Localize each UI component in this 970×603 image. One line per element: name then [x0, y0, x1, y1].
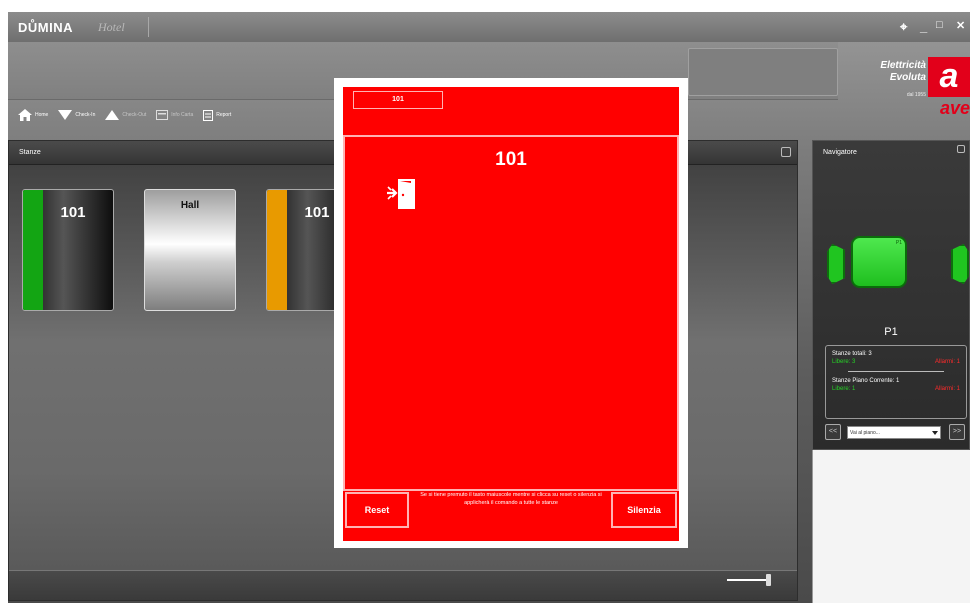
navigator-panel: Navigatore P1 P1 Stanze totali: 3 Libere…	[812, 140, 970, 450]
stat-floor-rooms: Stanze Piano Corrente: 1	[832, 378, 900, 384]
room-card-101[interactable]: 101	[22, 189, 114, 311]
card-icon	[156, 110, 169, 120]
checkin-icon	[58, 110, 73, 120]
floor-tag: P1	[895, 240, 902, 246]
brand-logo: Elettricità Evoluta dal 1955 a ave	[840, 52, 970, 122]
minimize-button[interactable]: _	[920, 19, 927, 34]
room-card-label: Hall	[180, 200, 200, 211]
exit-door-icon	[387, 179, 415, 209]
stat-floor-alarms: Allarmi: 1	[934, 386, 960, 392]
stat-total-alarms: Allarmi: 1	[934, 359, 960, 365]
home-icon	[18, 109, 32, 121]
chevron-down-icon	[932, 431, 938, 435]
alarm-dialog: 101 101 Reset Se si tiene premuto il tas…	[334, 78, 688, 548]
floor-current[interactable]: P1	[851, 236, 907, 288]
toolbar-home-label: Home	[35, 112, 49, 118]
stat-floor-free: Libere: 1	[832, 386, 856, 392]
prev-floor-button[interactable]: <<	[825, 424, 841, 440]
navigator-lower-area	[812, 450, 970, 603]
zoom-slider-track[interactable]	[727, 579, 767, 581]
toolbar-report[interactable]: Report	[203, 109, 232, 121]
toolbar-checkout-label: Check-Out	[122, 112, 147, 118]
dialog-body: 101	[343, 135, 679, 491]
title-bar: DŮMINA Hotel ⌖ _ □ ✕	[8, 12, 970, 42]
rooms-panel-close-icon[interactable]	[781, 147, 791, 157]
stats-divider	[848, 371, 944, 372]
toolbar-info-card[interactable]: Info Carta	[156, 110, 193, 120]
room-card-label: 101	[60, 204, 86, 221]
toolbar-info-card-label: Info Carta	[171, 112, 194, 118]
brand-since: dal 1955	[906, 92, 926, 98]
navigator-close-icon[interactable]	[957, 145, 965, 153]
dialog-tab-101[interactable]: 101	[353, 91, 443, 109]
room-card-hall[interactable]: Hall	[144, 189, 236, 311]
main-toolbar: Home Check-In Check-Out Info Carta Repor…	[18, 107, 237, 123]
dialog-footer: Reset Se si tiene premuto il tasto maius…	[343, 491, 679, 541]
floor-select[interactable]: Vai al piano...	[847, 426, 941, 439]
floor-select-value: Vai al piano...	[850, 430, 880, 436]
toolbar-checkin-label: Check-In	[75, 112, 96, 118]
brand-name: ave	[939, 98, 970, 118]
floor-stats: Stanze totali: 3 Libere: 3 Allarmi: 1 Sta…	[825, 345, 967, 419]
app-logo-subtitle: Hotel	[98, 20, 125, 34]
dialog-note: Se si tiene premuto il tasto maiuscole m…	[420, 492, 602, 506]
checkout-icon	[105, 110, 120, 120]
zoom-slider-thumb[interactable]	[766, 574, 771, 586]
maximize-button[interactable]: □	[936, 19, 943, 31]
brand-badge: a	[928, 57, 970, 97]
title-divider	[148, 17, 149, 37]
next-floor-button[interactable]: >>	[949, 424, 965, 440]
toolbar-home[interactable]: Home	[18, 109, 48, 121]
close-button[interactable]: ✕	[956, 19, 965, 32]
dialog-header: 101	[343, 87, 679, 135]
stat-total-rooms: Stanze totali: 3	[832, 351, 872, 357]
brand-line2: Evoluta	[889, 72, 926, 83]
navigator-title: Navigatore	[823, 149, 857, 156]
app-logo: DŮMINA	[18, 20, 73, 35]
toolbar-report-label: Report	[216, 112, 232, 118]
toolbar-checkout[interactable]: Check-Out	[105, 110, 146, 120]
brand-line1: Elettricità	[880, 60, 926, 71]
floor-left-arrow[interactable]	[827, 244, 845, 284]
silence-button[interactable]: Silenzia	[611, 492, 677, 528]
pin-icon[interactable]: ⌖	[900, 19, 907, 35]
dialog-room-title: 101	[495, 149, 527, 170]
report-icon	[203, 109, 214, 121]
header-info-box	[688, 48, 838, 96]
floor-right-arrow[interactable]	[951, 244, 969, 284]
floor-label: P1	[884, 326, 898, 338]
toolbar-checkin[interactable]: Check-In	[58, 110, 95, 120]
reset-button[interactable]: Reset	[345, 492, 409, 528]
stat-total-free: Libere: 3	[832, 359, 856, 365]
rooms-panel-footer	[9, 570, 797, 600]
